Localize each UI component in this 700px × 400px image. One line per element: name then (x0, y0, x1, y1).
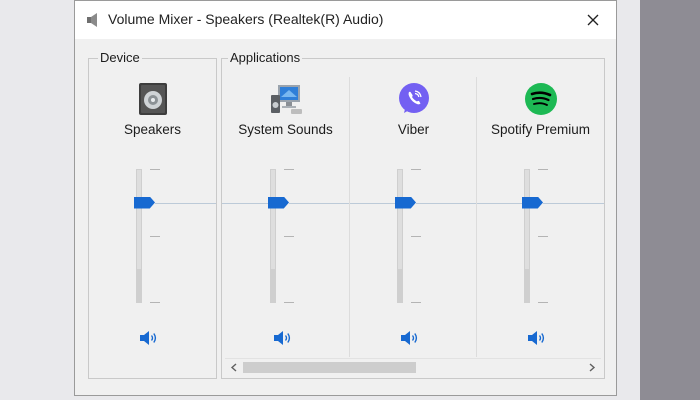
sync-line (222, 202, 268, 204)
volume-track[interactable] (270, 169, 276, 303)
title-bar[interactable]: Volume Mixer - Speakers (Realtek(R) Audi… (75, 1, 616, 39)
device-group: Device Speakers (88, 50, 217, 379)
speaker-device-icon[interactable] (136, 82, 170, 116)
chevron-left-icon (230, 363, 237, 372)
close-button[interactable] (570, 1, 616, 39)
slider-ticks (150, 169, 160, 303)
slider-tick (284, 169, 294, 170)
mute-toggle-icon[interactable] (527, 329, 547, 347)
scroll-thumb[interactable] (243, 362, 416, 373)
horizontal-scrollbar[interactable] (225, 358, 601, 376)
volume-track[interactable] (397, 169, 403, 303)
sync-line (289, 202, 349, 204)
device-name: Speakers (123, 122, 182, 137)
window-title: Volume Mixer - Speakers (Realtek(R) Audi… (108, 11, 384, 27)
slider-tick (284, 236, 294, 237)
app-name: Spotify Premium (490, 122, 591, 137)
volume-fill (137, 269, 141, 302)
sync-line (350, 202, 395, 204)
volume-track[interactable] (136, 169, 142, 303)
volume-mixer-window: Volume Mixer - Speakers (Realtek(R) Audi… (74, 0, 617, 396)
slider-tick (538, 236, 548, 237)
app-column-spotify: Spotify Premium (477, 59, 604, 357)
sync-line (477, 202, 522, 204)
slider-ticks (538, 169, 548, 303)
viber-icon[interactable] (397, 82, 431, 116)
sync-line (416, 202, 477, 204)
mute-toggle-icon[interactable] (139, 329, 159, 347)
app-column-viber: Viber (350, 59, 477, 357)
app-column-system-sounds: System Sounds (222, 59, 349, 357)
volume-track[interactable] (524, 169, 530, 303)
speaker-icon (87, 13, 97, 27)
volume-fill (398, 269, 402, 302)
app-name: System Sounds (238, 122, 333, 137)
slider-tick (150, 169, 160, 170)
system-sounds-icon[interactable] (269, 82, 303, 116)
chevron-right-icon (589, 363, 596, 372)
slider-tick (538, 169, 548, 170)
app-name: Viber (397, 122, 430, 137)
slider-tick (411, 169, 421, 170)
scroll-right-button[interactable] (584, 359, 601, 376)
sync-line (543, 202, 604, 204)
slider-ticks (284, 169, 294, 303)
volume-fill (525, 269, 529, 302)
volume-fill (271, 269, 275, 302)
mute-toggle-icon[interactable] (273, 329, 293, 347)
slider-tick (150, 236, 160, 237)
slider-tick (284, 302, 294, 303)
scroll-left-button[interactable] (225, 359, 242, 376)
slider-tick (411, 302, 421, 303)
device-column: Speakers (89, 59, 216, 357)
close-icon (587, 14, 599, 26)
spotify-icon[interactable] (524, 82, 558, 116)
mute-toggle-icon[interactable] (400, 329, 420, 347)
slider-tick (411, 236, 421, 237)
sync-line (155, 202, 216, 204)
slider-tick (538, 302, 548, 303)
slider-tick (150, 302, 160, 303)
applications-group: Applications System Sounds Viber Spotify… (221, 50, 605, 379)
slider-ticks (411, 169, 421, 303)
